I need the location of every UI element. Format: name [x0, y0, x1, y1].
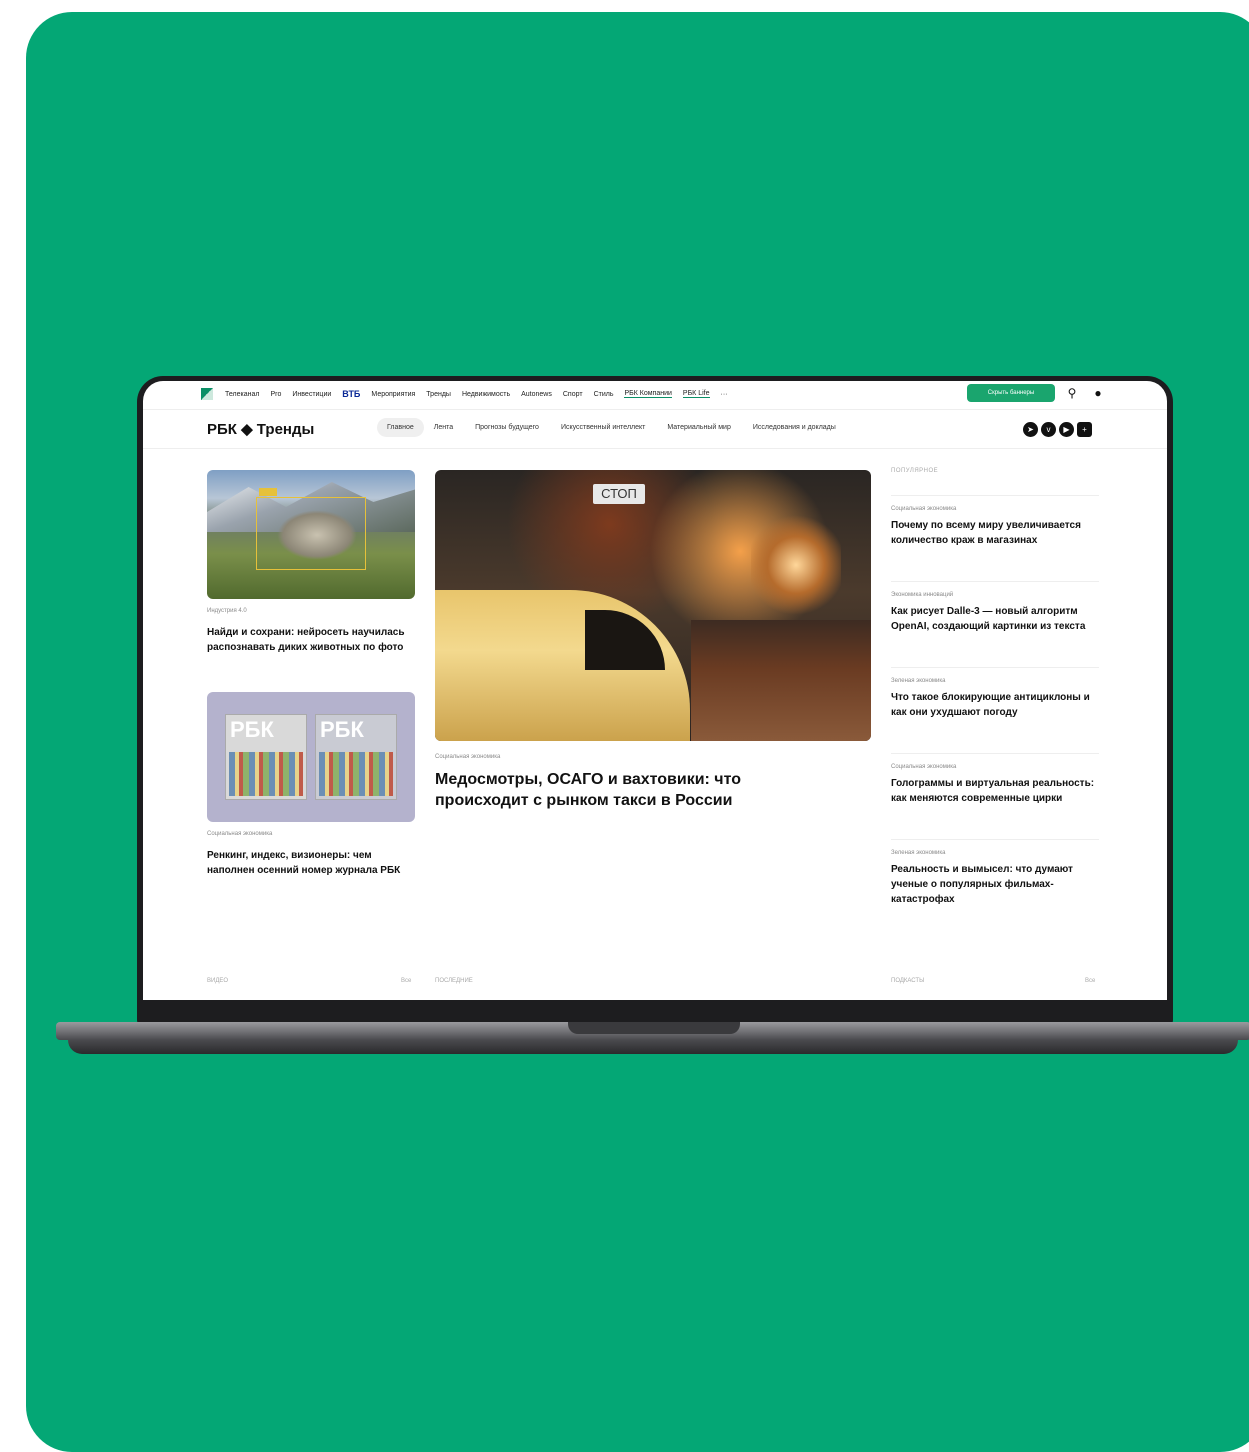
social-links: ➤ v ▶ + — [1023, 422, 1095, 437]
popular-list: ПОПУЛЯРНОЕ Социальная экономика Почему п… — [891, 468, 1099, 926]
section-nav: Главное Лента Прогнозы будущего Искусств… — [377, 418, 858, 437]
topnav-item-life[interactable]: РБК Life — [682, 390, 710, 398]
list-item-title[interactable]: Голограммы и виртуальная реальность: как… — [891, 776, 1099, 806]
list-item-title[interactable]: Что такое блокирующие антициклоны и как … — [891, 690, 1099, 720]
article-kicker[interactable]: Социальная экономика — [207, 831, 272, 837]
latest-section-label: ПОСЛЕДНИЕ — [435, 978, 473, 984]
telegram-icon[interactable]: ➤ — [1023, 422, 1038, 437]
topnav-item-tv[interactable]: Телеканал — [225, 391, 259, 398]
rbk-magazine-image[interactable]: РБК РБК — [207, 692, 415, 822]
hide-banners-button[interactable]: Скрыть баннеры — [967, 384, 1055, 402]
article-title[interactable]: Ренкинг, индекс, визионеры: чем наполнен… — [207, 848, 415, 878]
rbc-logo-icon[interactable] — [201, 388, 213, 400]
lead-kicker[interactable]: Социальная экономика — [435, 754, 500, 760]
recognition-frame — [256, 497, 366, 570]
podcasts-section-label: ПОДКАСТЫ — [891, 978, 925, 984]
leopard-image[interactable] — [207, 470, 415, 599]
topnav-item-trends[interactable]: Тренды — [426, 391, 451, 398]
lead-title[interactable]: Медосмотры, ОСАГО и вахтовики: что проис… — [435, 769, 835, 811]
podcasts-all-link[interactable]: Все — [1085, 978, 1095, 984]
list-item-kicker[interactable]: Экономика инноваций — [891, 592, 1099, 598]
popular-label: ПОПУЛЯРНОЕ — [891, 468, 1099, 496]
topnav-more[interactable]: ··· — [721, 391, 728, 398]
magazine-cover: РБК — [315, 714, 397, 800]
topnav-item-sport[interactable]: Спорт — [563, 391, 583, 398]
laptop-hinge-notch — [568, 1022, 740, 1034]
tab-material-world[interactable]: Материальный мир — [667, 418, 730, 437]
list-item-kicker[interactable]: Зеленая экономика — [891, 850, 1099, 856]
topnav-item-investments[interactable]: Инвестиции — [292, 391, 331, 398]
video-all-link[interactable]: Все — [401, 978, 411, 984]
list-item[interactable]: Социальная экономика Почему по всему мир… — [891, 496, 1099, 582]
tab-ai[interactable]: Искусственный интеллект — [561, 418, 645, 437]
user-icon[interactable]: ● — [1091, 386, 1105, 400]
topnav-item-autonews[interactable]: Autonews — [521, 391, 552, 398]
topnav-item-pro[interactable]: Pro — [270, 391, 281, 398]
search-icon[interactable]: ⚲ — [1065, 386, 1079, 400]
laptop-base-shadow — [68, 1040, 1238, 1054]
tab-research[interactable]: Исследования и доклады — [753, 418, 836, 437]
laptop-screen: Телеканал Pro Инвестиции ВТБ Мероприятия… — [143, 381, 1167, 1000]
video-section-label: ВИДЕО — [207, 978, 229, 984]
list-item-title[interactable]: Как рисует Dalle-3 — новый алгоритм Open… — [891, 604, 1099, 634]
list-item[interactable]: Зеленая экономика Реальность и вымысел: … — [891, 840, 1099, 926]
topnav-item-vtb[interactable]: ВТБ — [342, 389, 360, 399]
list-item-title[interactable]: Почему по всему миру увеличивается колич… — [891, 518, 1099, 548]
topnav-item-events[interactable]: Мероприятия — [371, 391, 415, 398]
tab-forecasts[interactable]: Прогнозы будущего — [475, 418, 539, 437]
list-item-kicker[interactable]: Зеленая экономика — [891, 678, 1099, 684]
magazine-cover: РБК — [225, 714, 307, 800]
tab-main[interactable]: Главное — [377, 418, 424, 437]
list-item[interactable]: Социальная экономика Голограммы и виртуа… — [891, 754, 1099, 840]
rss-icon[interactable]: + — [1077, 422, 1092, 437]
vk-icon[interactable]: v — [1041, 422, 1056, 437]
lead-taxi-image[interactable]: СТОП — [435, 470, 871, 741]
list-item-title[interactable]: Реальность и вымысел: что думают ученые … — [891, 862, 1099, 907]
list-item[interactable]: Экономика инноваций Как рисует Dalle-3 —… — [891, 582, 1099, 668]
brand-logo[interactable]: РБК ◆ Тренды — [207, 420, 314, 438]
tab-feed[interactable]: Лента — [434, 418, 453, 437]
list-item-kicker[interactable]: Социальная экономика — [891, 764, 1099, 770]
youtube-icon[interactable]: ▶ — [1059, 422, 1074, 437]
topnav-item-companies[interactable]: РБК Компании — [624, 390, 672, 398]
article-title[interactable]: Найди и сохрани: нейросеть научилась рас… — [207, 625, 415, 655]
list-item-kicker[interactable]: Социальная экономика — [891, 506, 1099, 512]
rbk-logo-text: РБК — [320, 717, 364, 742]
topnav-item-realty[interactable]: Недвижимость — [462, 391, 510, 398]
stop-sign: СТОП — [593, 484, 645, 504]
topnav-item-style[interactable]: Стиль — [594, 391, 614, 398]
site-header: РБК ◆ Тренды Главное Лента Прогнозы буду… — [143, 409, 1167, 449]
rbk-logo-text: РБК — [230, 717, 274, 742]
recognition-tag — [259, 488, 277, 496]
list-item[interactable]: Зеленая экономика Что такое блокирующие … — [891, 668, 1099, 754]
article-kicker[interactable]: Индустрия 4.0 — [207, 608, 247, 614]
